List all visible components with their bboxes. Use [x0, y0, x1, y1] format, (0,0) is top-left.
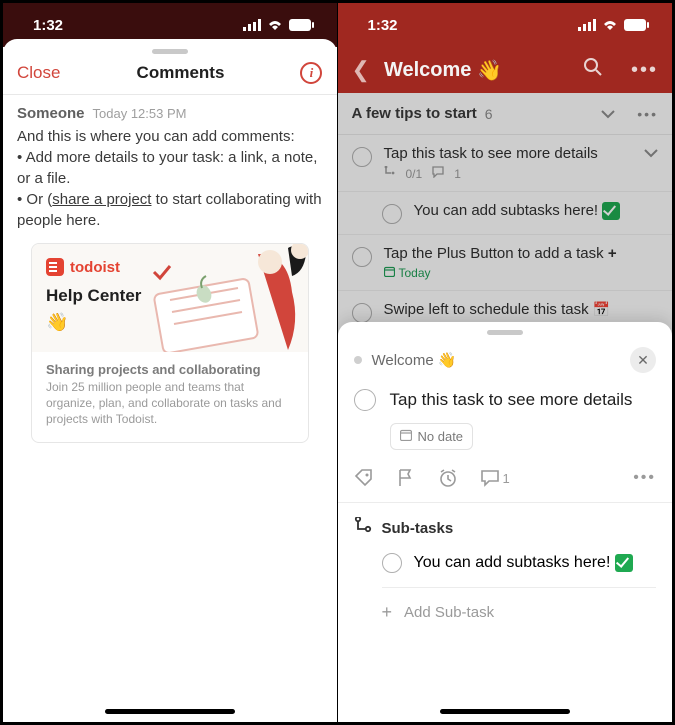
task-title: Tap the Plus Button to add a task	[384, 245, 604, 262]
task-checkbox[interactable]	[352, 147, 372, 167]
subtask-count-icon	[384, 166, 396, 181]
wifi-icon	[267, 19, 283, 31]
flag-icon[interactable]	[396, 468, 416, 488]
section-title: A few tips to start	[352, 105, 477, 122]
reminder-icon[interactable]	[438, 468, 458, 488]
wifi-icon	[602, 19, 618, 31]
comment-line: • Or (share a project to start collabora…	[17, 189, 323, 231]
calendar-icon	[384, 266, 395, 280]
task-checkbox[interactable]	[354, 389, 376, 411]
check-mark-icon	[615, 554, 633, 572]
brand-name: todoist	[70, 259, 120, 276]
battery-icon	[289, 19, 315, 31]
grabber-handle[interactable]	[152, 49, 188, 54]
home-indicator[interactable]	[105, 709, 235, 714]
home-indicator[interactable]	[440, 709, 570, 714]
status-time: 1:32	[33, 17, 63, 34]
add-subtask-label: Add Sub-task	[404, 604, 494, 621]
task-row[interactable]: Tap this task to see more details 0/1 1	[338, 135, 673, 192]
battery-icon	[624, 19, 650, 31]
status-indicators	[578, 19, 650, 31]
plus-icon: +	[382, 602, 393, 623]
card-subtitle: Sharing projects and collaborating	[46, 362, 294, 377]
help-center-card[interactable]: todoist Help Center 👋	[31, 243, 309, 443]
cellular-icon	[578, 19, 596, 31]
task-checkbox[interactable]	[352, 303, 372, 323]
wave-emoji: 👋	[477, 58, 502, 83]
comment-body: And this is where you can add comments: …	[17, 126, 323, 231]
project-title: Welcome	[384, 59, 471, 82]
grabber-handle[interactable]	[487, 330, 523, 335]
add-subtask-button[interactable]: + Add Sub-task	[382, 588, 657, 623]
task-row[interactable]: Tap the Plus Button to add a task + Toda…	[338, 235, 673, 291]
chevron-down-icon[interactable]	[601, 106, 615, 122]
card-description: Join 25 million people and teams that or…	[46, 379, 294, 428]
breadcrumb[interactable]: Welcome 👋 ✕	[338, 337, 673, 381]
project-header: ❮ Welcome 👋 •••	[338, 47, 673, 93]
comment-line: And this is where you can add comments:	[17, 126, 323, 147]
task-checkbox[interactable]	[352, 247, 372, 267]
more-icon[interactable]: •••	[631, 59, 658, 82]
card-illustration	[128, 244, 308, 352]
wave-emoji: 👋	[438, 352, 457, 369]
cellular-icon	[243, 19, 261, 31]
plus-icon: +	[608, 245, 617, 262]
chevron-down-icon[interactable]	[644, 145, 658, 181]
task-title[interactable]: Tap this task to see more details	[390, 390, 633, 410]
comment-icon[interactable]: 1	[480, 468, 510, 488]
comment-author: Someone	[17, 105, 85, 122]
wave-emoji: 👋	[46, 312, 68, 333]
modal-title: Comments	[137, 63, 225, 83]
task-row[interactable]: You can add subtasks here!	[338, 192, 673, 235]
calendar-emoji-icon: 📅	[593, 301, 610, 317]
calendar-icon	[400, 429, 412, 444]
comment-line: • Add more details to your task: a link,…	[17, 147, 323, 189]
status-indicators	[243, 19, 315, 31]
comment-count: 1	[454, 167, 461, 181]
subtasks-icon	[354, 517, 372, 539]
comment-icon	[432, 166, 444, 181]
check-mark-icon	[602, 202, 620, 220]
subtask-row[interactable]: You can add subtasks here!	[382, 539, 657, 588]
subtasks-label: Sub-tasks	[382, 520, 454, 537]
task-checkbox[interactable]	[382, 553, 402, 573]
more-icon[interactable]: •••	[633, 469, 656, 487]
breadcrumb-project: Welcome	[372, 352, 434, 369]
info-icon[interactable]: i	[300, 62, 322, 84]
status-time: 1:32	[368, 17, 398, 34]
task-title: You can add subtasks here!	[414, 202, 599, 219]
search-icon[interactable]	[583, 57, 603, 83]
due-date-chip[interactable]: No date	[390, 423, 474, 450]
share-project-link[interactable]: share a project	[52, 191, 151, 208]
close-button[interactable]: Close	[17, 63, 60, 83]
subtask-title: You can add subtasks here!	[414, 554, 611, 571]
due-date-label: No date	[418, 429, 464, 444]
task-checkbox[interactable]	[382, 204, 402, 224]
comment-count: 1	[503, 471, 510, 486]
back-icon[interactable]: ❮	[352, 59, 370, 81]
section-more-icon[interactable]: •••	[637, 106, 658, 122]
section-header[interactable]: A few tips to start 6 •••	[338, 93, 673, 135]
task-detail-sheet: Welcome 👋 ✕ Tap this task to see more de…	[338, 322, 673, 722]
task-title: Tap this task to see more details	[384, 145, 633, 162]
label-icon[interactable]	[354, 468, 374, 488]
comment-timestamp: Today 12:53 PM	[93, 106, 187, 121]
todoist-logo-icon	[46, 258, 64, 276]
project-color-dot-icon	[354, 356, 362, 364]
due-date: Today	[399, 266, 431, 280]
close-icon[interactable]: ✕	[630, 347, 656, 373]
task-title: Swipe left to schedule this task	[384, 301, 589, 318]
comment: Someone Today 12:53 PM And this is where…	[3, 95, 337, 443]
comments-modal: Close Comments i Someone Today 12:53 PM …	[3, 39, 337, 714]
status-bar: 1:32	[338, 3, 673, 47]
subtask-count: 0/1	[406, 167, 423, 181]
section-count: 6	[485, 106, 493, 122]
